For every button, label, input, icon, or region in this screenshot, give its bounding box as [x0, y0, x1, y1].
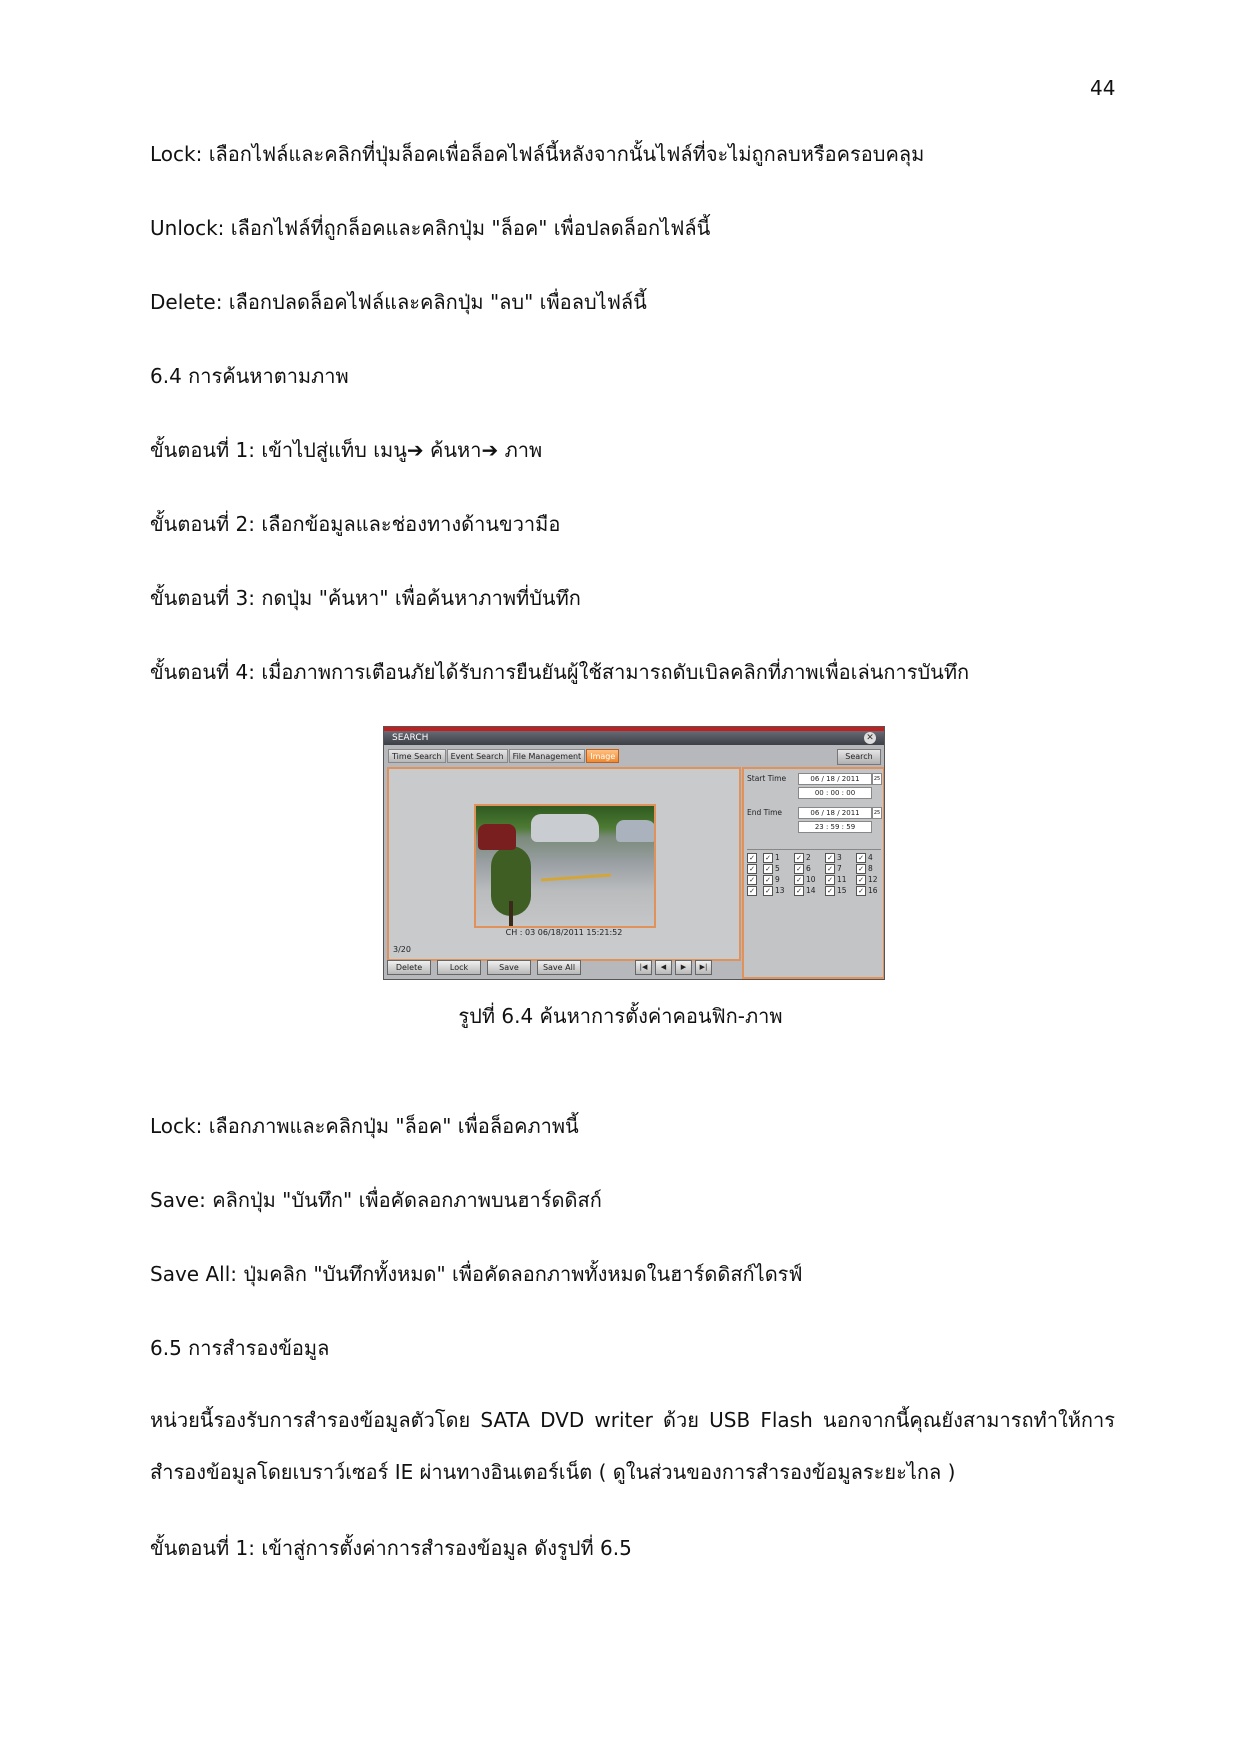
- check-icon: ✓: [825, 864, 835, 874]
- end-time-field[interactable]: 23 : 59 : 59: [798, 821, 872, 833]
- backup-description: หน่วยนี้รองรับการสำรองข้อมูลตัวโดย SATA …: [150, 1408, 1115, 1484]
- close-icon[interactable]: ✕: [864, 732, 876, 744]
- channel-checkbox[interactable]: ✓ 12: [856, 875, 878, 885]
- check-icon: ✓: [794, 864, 804, 874]
- channel-checkbox-grid: ✓ ✓ 1 ✓ 2 ✓ 3 ✓ 4 ✓ ✓ 5 ✓ 6 ✓ 7 ✓ 8 ✓ ✓ 9 ✓ 10 ✓ 11…: [747, 849, 881, 901]
- channel-checkbox[interactable]: ✓ 15: [825, 886, 847, 896]
- figure-caption: รูปที่ 6.4 ค้นหาการตั้งค่าคอนฟิก-ภาพ: [458, 1004, 783, 1028]
- viewer-toolbar: Delete Lock Save Save All |◀ ◀ ▶ ▶|: [387, 960, 737, 975]
- save-all-text: Save All: ปุ่มคลิก "บันทึกทั้งหมด" เพื่อ…: [150, 1262, 803, 1286]
- silver-suv-shape: [531, 814, 599, 842]
- search-tabs: Time Search Event Search File Management…: [388, 749, 620, 763]
- unlock-file-text: Unlock: เลือกไฟล์ที่ถูกล็อคและคลิกปุ่ม "…: [150, 216, 711, 240]
- step-4-text: ขั้นตอนที่ 4: เมื่อภาพการเตือนภัยได้รับก…: [150, 660, 970, 684]
- step-2-text: ขั้นตอนที่ 2: เลือกข้อมูลและช่องทางด้านข…: [150, 512, 561, 536]
- channel-checkbox[interactable]: ✓ 5: [763, 864, 780, 874]
- red-car-shape: [478, 824, 516, 850]
- last-page-icon[interactable]: ▶|: [695, 960, 712, 975]
- tree-trunk-shape: [509, 901, 513, 926]
- road-stripe-shape: [540, 873, 612, 882]
- start-time-label: Start Time: [747, 774, 787, 783]
- channel-checkbox[interactable]: ✓ 6: [794, 864, 811, 874]
- save-image-text: Save: คลิกปุ่ม "บันทึก" เพื่อคัดลอกภาพบน…: [150, 1188, 602, 1212]
- grey-car-shape: [616, 820, 654, 842]
- channel-checkbox-all[interactable]: ✓: [747, 864, 759, 874]
- channel-checkbox[interactable]: ✓ 9: [763, 875, 780, 885]
- start-calendar-icon[interactable]: 25: [872, 773, 882, 785]
- tab-time-search[interactable]: Time Search: [388, 749, 446, 763]
- channel-checkbox[interactable]: ✓ 3: [825, 853, 842, 863]
- window-title-bar: SEARCH ✕: [384, 731, 884, 745]
- channel-checkbox[interactable]: ✓ 14: [794, 886, 816, 896]
- channel-checkbox[interactable]: ✓ 4: [856, 853, 873, 863]
- lock-image-text: Lock: เลือกภาพและคลิกปุ่ม "ล็อค" เพื่อล็…: [150, 1114, 579, 1138]
- check-icon: ✓: [825, 853, 835, 863]
- tab-image[interactable]: Image: [586, 749, 620, 763]
- channel-checkbox[interactable]: ✓ 13: [763, 886, 785, 896]
- backup-step-1-text: ขั้นตอนที่ 1: เข้าสู่การตั้งค่าการสำรองข…: [150, 1536, 632, 1560]
- channel-checkbox-all[interactable]: ✓: [747, 886, 759, 896]
- delete-file-text: Delete: เลือกปลดล็อคไฟล์และคลิกปุ่ม "ลบ"…: [150, 290, 647, 314]
- start-time-field[interactable]: 00 : 00 : 00: [798, 787, 872, 799]
- search-button[interactable]: Search: [837, 749, 881, 765]
- channel-checkbox[interactable]: ✓ 10: [794, 875, 816, 885]
- search-criteria-panel: Start Time 06 / 18 / 2011 25 00 : 00 : 0…: [742, 767, 884, 979]
- search-window-screenshot: SEARCH ✕ Time Search Event Search File M…: [383, 726, 885, 980]
- check-icon: ✓: [763, 853, 773, 863]
- check-icon: ✓: [825, 875, 835, 885]
- check-icon: ✓: [856, 853, 866, 863]
- prev-page-icon[interactable]: ◀: [655, 960, 672, 975]
- step-1-text: ขั้นตอนที่ 1: เข้าไปสู่แท็บ เมนู➔ ค้นหา➔…: [150, 438, 543, 462]
- check-icon: ✓: [856, 886, 866, 896]
- section-heading-6-4: 6.4 การค้นหาตามภาพ: [150, 364, 349, 388]
- channel-checkbox[interactable]: ✓ 11: [825, 875, 847, 885]
- channel-checkbox[interactable]: ✓ 1: [763, 853, 780, 863]
- next-page-icon[interactable]: ▶: [675, 960, 692, 975]
- check-icon: ✓: [825, 886, 835, 896]
- page-number: 44: [1090, 76, 1116, 100]
- channel-checkbox[interactable]: ✓ 2: [794, 853, 811, 863]
- check-icon: ✓: [747, 864, 757, 874]
- end-date-field[interactable]: 06 / 18 / 2011: [798, 807, 872, 819]
- tab-event-search[interactable]: Event Search: [446, 749, 508, 763]
- step-3-text: ขั้นตอนที่ 3: กดปุ่ม "ค้นหา" เพื่อค้นหาภ…: [150, 586, 581, 610]
- first-page-icon[interactable]: |◀: [635, 960, 652, 975]
- window-title: SEARCH: [392, 733, 429, 743]
- save-button[interactable]: Save: [487, 960, 531, 975]
- image-count: 3/20: [393, 945, 411, 954]
- end-calendar-icon[interactable]: 25: [872, 807, 882, 819]
- check-icon: ✓: [763, 864, 773, 874]
- save-all-button[interactable]: Save All: [537, 960, 581, 975]
- check-icon: ✓: [856, 875, 866, 885]
- channel-checkbox[interactable]: ✓ 16: [856, 886, 878, 896]
- channel-checkbox[interactable]: ✓ 8: [856, 864, 873, 874]
- check-icon: ✓: [794, 875, 804, 885]
- image-viewer: CH : 03 06/18/2011 15:21:52 3/20: [387, 767, 741, 961]
- delete-button[interactable]: Delete: [387, 960, 431, 975]
- lock-button[interactable]: Lock: [437, 960, 481, 975]
- check-icon: ✓: [794, 853, 804, 863]
- channel-timestamp: CH : 03 06/18/2011 15:21:52: [505, 928, 623, 937]
- check-icon: ✓: [856, 864, 866, 874]
- tab-file-management[interactable]: File Management: [508, 749, 586, 763]
- section-heading-6-5: 6.5 การสำรองข้อมูล: [150, 1336, 330, 1360]
- check-icon: ✓: [794, 886, 804, 896]
- check-icon: ✓: [763, 875, 773, 885]
- check-icon: ✓: [763, 886, 773, 896]
- camera-snapshot[interactable]: [474, 804, 656, 928]
- start-date-field[interactable]: 06 / 18 / 2011: [798, 773, 872, 785]
- channel-checkbox-all[interactable]: ✓: [747, 853, 759, 863]
- check-icon: ✓: [747, 875, 757, 885]
- lock-file-text: Lock: เลือกไฟล์และคลิกที่ปุ่มล็อคเพื่อล็…: [150, 142, 925, 166]
- end-time-label: End Time: [747, 808, 782, 817]
- check-icon: ✓: [747, 886, 757, 896]
- channel-checkbox[interactable]: ✓ 7: [825, 864, 842, 874]
- check-icon: ✓: [747, 853, 757, 863]
- channel-checkbox-all[interactable]: ✓: [747, 875, 759, 885]
